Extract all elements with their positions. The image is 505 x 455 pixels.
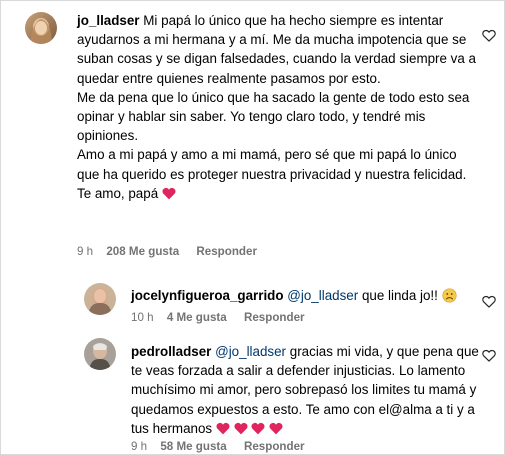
red-heart-emoji [216,422,230,435]
comment-body: jo_lladser Mi papá lo único que ha hecho… [77,11,477,203]
red-heart-emoji [162,187,176,200]
mention-link[interactable]: @jo_lladser [215,344,286,359]
like-count[interactable]: 4 Me gusta [167,311,227,324]
comment-username[interactable]: jo_lladser [77,13,140,28]
comment-meta: 10 h 4 Me gusta Responder [131,311,305,324]
reply-jocelynfigueroa-garrido: jocelynfigueroa_garrido @jo_lladser que … [1,271,504,331]
comment-text: que linda jo!! [361,288,438,303]
comment-jo-lladser: jo_lladser Mi papá lo único que ha hecho… [1,1,504,266]
avatar[interactable] [84,283,116,315]
reply-pedrolladser: pedrolladser @jo_lladser gracias mi vida… [1,331,504,454]
avatar[interactable] [84,338,116,370]
reply-button[interactable]: Responder [244,440,305,453]
comment-text: Me da pena que lo único que ha sacado la… [77,89,470,144]
sad-face-emoji [442,288,457,303]
like-count[interactable]: 58 Me gusta [160,440,226,453]
comment-username[interactable]: jocelynfigueroa_garrido [131,288,284,303]
heart-outline-icon[interactable] [482,29,496,42]
avatar[interactable] [25,12,57,44]
comment-time: 9 h [131,440,148,453]
comment-meta: 9 h 58 Me gusta Responder [131,440,305,453]
mention-link[interactable]: @jo_lladser [287,288,358,303]
comment-body: jocelynfigueroa_garrido @jo_lladser que … [131,286,481,305]
red-heart-emoji [269,422,283,435]
reply-button[interactable]: Responder [196,245,257,258]
comment-time: 10 h [131,311,154,324]
comments-panel: jo_lladser Mi papá lo único que ha hecho… [0,0,505,455]
like-count[interactable]: 208 Me gusta [106,245,179,258]
comment-body: pedrolladser @jo_lladser gracias mi vida… [131,342,481,438]
heart-outline-icon[interactable] [482,295,496,308]
heart-outline-icon[interactable] [482,349,496,362]
comment-text: Te amo, papá [77,185,159,201]
red-heart-emoji [234,422,248,435]
comment-meta: 9 h 208 Me gusta Responder [77,245,257,258]
red-heart-emoji [251,422,265,435]
reply-button[interactable]: Responder [244,311,305,324]
comment-time: 9 h [77,245,94,258]
comment-text: Amo a mi papá y amo a mi mamá, pero sé q… [77,147,467,182]
comment-username[interactable]: pedrolladser [131,344,211,359]
